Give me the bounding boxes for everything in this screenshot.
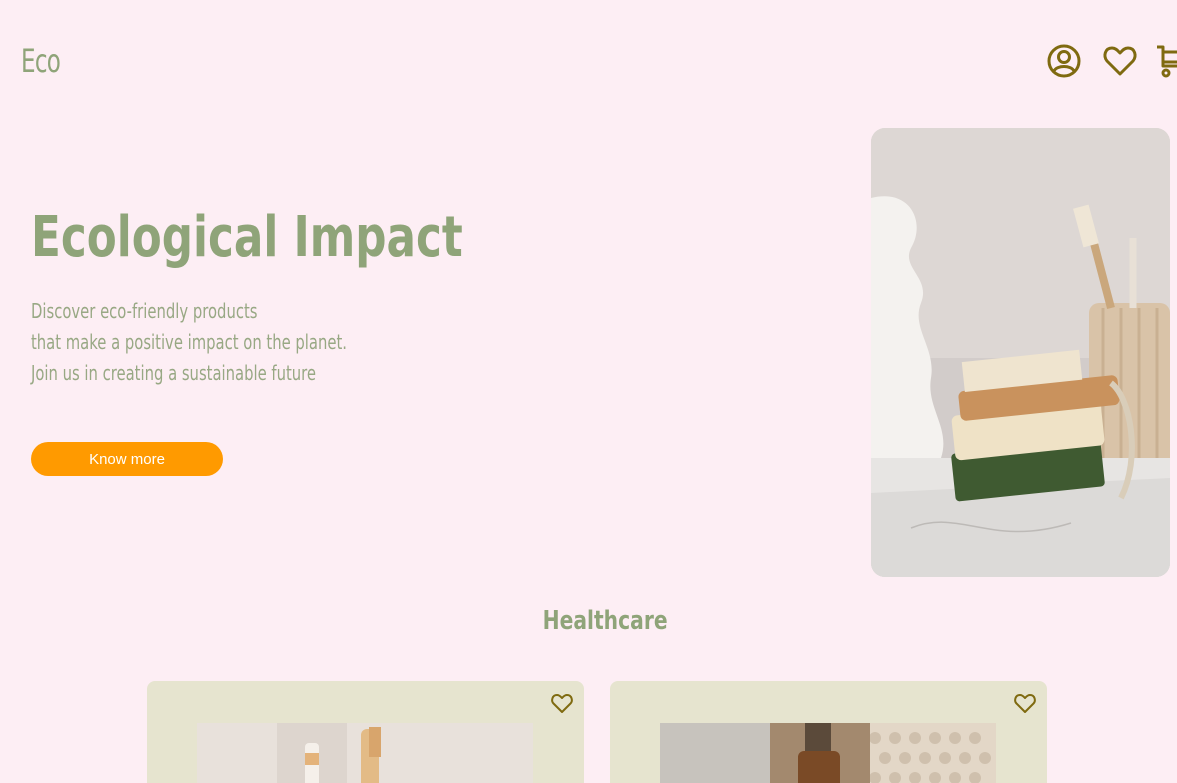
section-title: Healthcare bbox=[0, 606, 1177, 636]
product-card[interactable] bbox=[610, 681, 1047, 783]
account-circle-icon[interactable] bbox=[1045, 42, 1083, 80]
product-image bbox=[660, 723, 996, 783]
product-image bbox=[197, 723, 533, 783]
heart-icon[interactable] bbox=[550, 691, 574, 715]
section-title-text: Healthcare bbox=[542, 606, 668, 636]
heart-icon[interactable] bbox=[1101, 42, 1139, 80]
cart-icon[interactable] bbox=[1155, 42, 1177, 80]
hero-image bbox=[871, 128, 1170, 577]
hero-line: Discover eco-friendly products bbox=[31, 299, 258, 323]
hero-description: Discover eco-friendly products that make… bbox=[31, 296, 347, 389]
hero-line: that make a positive impact on the plane… bbox=[31, 330, 347, 354]
header-icons bbox=[1045, 42, 1177, 82]
product-card[interactable] bbox=[147, 681, 584, 783]
know-more-button[interactable]: Know more bbox=[31, 442, 223, 476]
hero-line: Join us in creating a sustainable future bbox=[31, 361, 317, 385]
hero-title: Ecological Impact bbox=[31, 205, 463, 270]
heart-icon[interactable] bbox=[1013, 691, 1037, 715]
logo[interactable]: Eco bbox=[21, 42, 61, 80]
page: Eco Ecological Impact Discover eco-frien… bbox=[0, 0, 1177, 783]
